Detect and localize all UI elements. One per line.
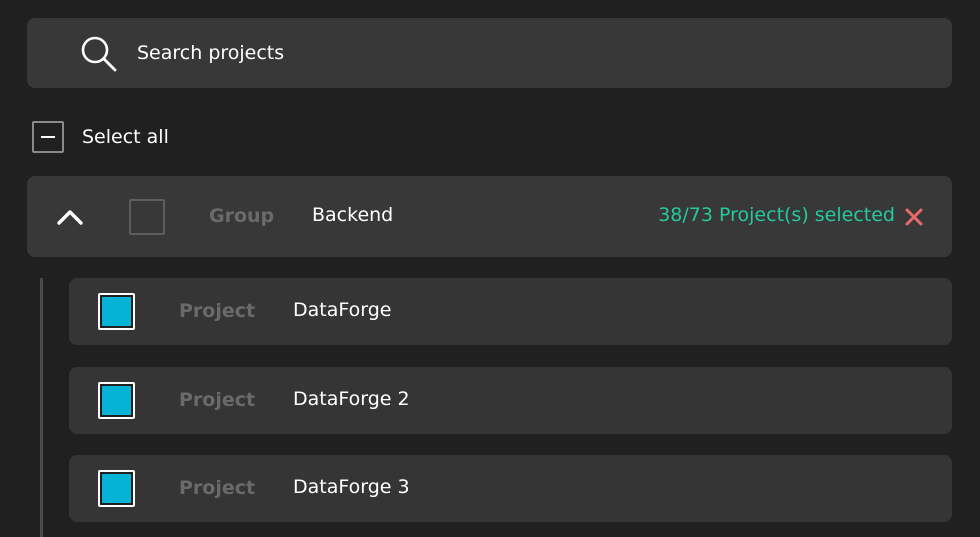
project-checkbox[interactable]: [98, 382, 135, 419]
group-checkbox[interactable]: [129, 199, 165, 235]
clear-selection-icon[interactable]: [904, 207, 924, 227]
select-all-toggle[interactable]: Select all: [32, 119, 169, 155]
project-type-label: Project: [179, 300, 256, 322]
tree-connector-line: [40, 278, 43, 537]
search-bar: [27, 18, 952, 88]
project-row[interactable]: Project DataForge 3: [69, 455, 952, 522]
select-all-checkbox[interactable]: [32, 121, 64, 153]
project-type-label: Project: [179, 389, 256, 411]
project-row[interactable]: Project DataForge: [69, 278, 952, 345]
group-row-backend: Group Backend 38/73 Project(s) selected: [27, 176, 952, 257]
group-name: Backend: [312, 204, 394, 226]
search-input[interactable]: [137, 38, 917, 68]
select-all-label: Select all: [82, 126, 169, 148]
group-type-label: Group: [209, 205, 275, 227]
search-icon: [81, 36, 117, 72]
project-row[interactable]: Project DataForge 2: [69, 367, 952, 434]
project-name: DataForge 2: [293, 388, 410, 410]
chevron-up-icon[interactable]: [55, 202, 85, 232]
project-type-label: Project: [179, 477, 256, 499]
project-picker: Select all Group Backend 38/73 Project(s…: [0, 0, 980, 537]
project-name: DataForge 3: [293, 476, 410, 498]
project-checkbox[interactable]: [98, 293, 135, 330]
project-name: DataForge: [293, 299, 392, 321]
selection-status: 38/73 Project(s) selected: [658, 204, 895, 226]
project-checkbox[interactable]: [98, 470, 135, 507]
